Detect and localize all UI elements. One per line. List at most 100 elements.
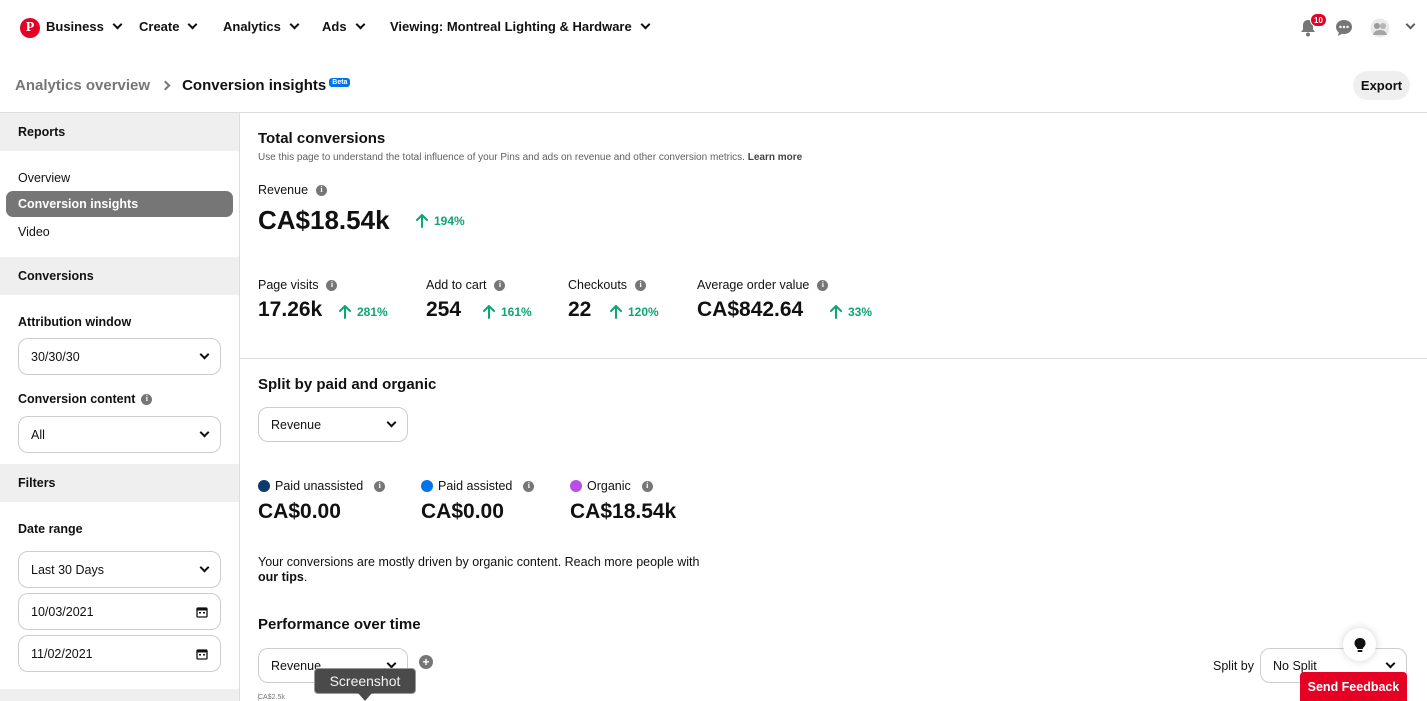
info-icon[interactable]: i: [316, 184, 328, 196]
chart-axis-tick-label: CA$2.5k: [258, 694, 285, 701]
add-to-cart-value: 254: [426, 298, 462, 321]
date-range-select[interactable]: Last 30 Days: [18, 551, 221, 588]
revenue-delta-value: 194%: [434, 214, 465, 228]
add-to-cart-delta-value: 161%: [501, 305, 532, 319]
nav-account-switcher[interactable]: Viewing: Montreal Lighting & Hardware: [390, 19, 651, 34]
checkouts-label-text: Checkouts: [568, 278, 628, 292]
calendar-icon[interactable]: [196, 606, 208, 618]
arrow-up-icon: [830, 305, 842, 319]
split-metric-select[interactable]: Revenue: [258, 407, 408, 442]
note-end: .: [303, 570, 308, 584]
arrow-up-icon: [610, 305, 622, 319]
chat-icon[interactable]: [1334, 18, 1354, 38]
breadcrumb-analytics-overview[interactable]: Analytics overview: [15, 77, 150, 94]
start-date-field[interactable]: 10/03/2021: [18, 593, 221, 630]
nav-analytics-label: Analytics: [223, 19, 281, 34]
checkouts-delta: 120%: [610, 305, 659, 319]
note-text: Your conversions are mostly driven by or…: [258, 555, 700, 569]
date-range-label: Date range: [18, 522, 83, 536]
sidebar-item-conversion-insights[interactable]: Conversion insights: [6, 191, 233, 217]
average-order-value-value: CA$842.64: [697, 298, 804, 321]
checkouts-value: 22: [568, 298, 592, 321]
checkouts-delta-value: 120%: [628, 305, 659, 319]
chevron-down-icon: [386, 658, 397, 669]
sidebar-section-strip: [0, 689, 239, 701]
info-icon[interactable]: i: [523, 480, 535, 492]
average-order-value-delta: 33%: [830, 305, 872, 319]
chevron-right-icon: [160, 80, 171, 91]
tips-button[interactable]: [1343, 628, 1376, 661]
our-tips-link[interactable]: our tips: [258, 570, 304, 584]
paid-assisted-value: CA$0.00: [421, 500, 504, 523]
send-feedback-button[interactable]: Send Feedback: [1300, 672, 1407, 701]
total-conversions-title: Total conversions: [258, 130, 386, 147]
screenshot-tooltip: Screenshot: [314, 668, 416, 694]
info-icon[interactable]: i: [635, 279, 647, 291]
subtitle-text: Use this page to understand the total in…: [258, 152, 745, 163]
export-button[interactable]: Export: [1353, 71, 1410, 100]
add-to-cart-label-text: Add to cart: [426, 278, 487, 292]
avatar[interactable]: [1370, 18, 1390, 38]
pinterest-logo[interactable]: P: [20, 18, 40, 38]
info-icon[interactable]: i: [641, 480, 653, 492]
nav-account-label: Viewing: Montreal Lighting & Hardware: [390, 19, 632, 34]
date-range-value: Last 30 Days: [31, 562, 104, 577]
revenue-delta: 194%: [416, 214, 465, 228]
total-conversions-subtitle: Use this page to understand the total in…: [258, 152, 802, 163]
nav-business-menu[interactable]: Business: [46, 19, 123, 34]
average-order-value-label: Average order value i: [697, 278, 829, 292]
chevron-down-icon: [112, 19, 123, 30]
sidebar-heading-filters: Filters: [0, 464, 239, 502]
organic-label: Organic: [587, 479, 631, 493]
chevron-down-icon: [199, 349, 210, 360]
attribution-window-label: Attribution window: [18, 315, 131, 329]
revenue-value: CA$18.54k: [258, 205, 390, 235]
info-icon[interactable]: i: [374, 480, 386, 492]
sidebar-item-video[interactable]: Video: [18, 225, 50, 239]
organic-legend: Organic i: [570, 479, 653, 493]
conversion-content-value: All: [31, 427, 45, 442]
split-section-title: Split by paid and organic: [258, 376, 437, 393]
top-nav: P Business Create Analytics Ads Viewing:…: [0, 0, 1427, 56]
chevron-down-icon: [199, 562, 210, 573]
chevron-down-icon: [386, 417, 397, 428]
attribution-window-label-text: Attribution window: [18, 315, 132, 329]
calendar-icon[interactable]: [196, 648, 208, 660]
info-icon[interactable]: i: [141, 393, 153, 405]
organic-value: CA$18.54k: [570, 500, 677, 523]
info-icon[interactable]: i: [326, 279, 338, 291]
nav-business-label: Business: [46, 19, 104, 34]
nav-create-menu[interactable]: Create: [139, 19, 198, 34]
nav-analytics-menu[interactable]: Analytics: [223, 19, 300, 34]
paid-assisted-legend: Paid assisted i: [421, 479, 535, 493]
breadcrumb: Analytics overview Conversion insights B…: [15, 77, 351, 94]
average-order-value-delta-value: 33%: [848, 305, 873, 319]
page-visits-delta-value: 281%: [357, 305, 388, 319]
split-by-value: No Split: [1273, 658, 1317, 673]
paid-unassisted-label: Paid unassisted: [275, 479, 364, 493]
revenue-label-text: Revenue: [258, 183, 309, 197]
revenue-label: Revenue i: [258, 183, 328, 197]
nav-ads-menu[interactable]: Ads: [322, 19, 366, 34]
add-metric-icon[interactable]: +: [419, 655, 433, 669]
nav-ads-label: Ads: [322, 19, 347, 34]
chevron-down-icon: [199, 427, 210, 438]
sidebar-item-overview[interactable]: Overview: [18, 171, 70, 185]
arrow-up-icon: [483, 305, 495, 319]
attribution-window-select[interactable]: 30/30/30: [18, 338, 221, 375]
average-order-value-label-text: Average order value: [697, 278, 810, 292]
conversion-content-select[interactable]: All: [18, 416, 221, 453]
info-icon[interactable]: i: [817, 279, 829, 291]
chevron-down-icon[interactable]: [1405, 19, 1416, 30]
learn-more-link[interactable]: Learn more: [748, 152, 802, 163]
lightbulb-icon: [1354, 637, 1365, 652]
split-metric-value: Revenue: [271, 417, 322, 432]
attribution-window-value: 30/30/30: [31, 349, 80, 364]
add-to-cart-delta: 161%: [483, 305, 532, 319]
chevron-down-icon: [1385, 658, 1396, 669]
conversion-content-label: Conversion content i: [18, 392, 153, 406]
info-icon[interactable]: i: [494, 279, 506, 291]
end-date-field[interactable]: 11/02/2021: [18, 635, 221, 672]
sidebar-heading-reports: Reports: [0, 113, 239, 151]
arrow-up-icon: [339, 305, 351, 319]
